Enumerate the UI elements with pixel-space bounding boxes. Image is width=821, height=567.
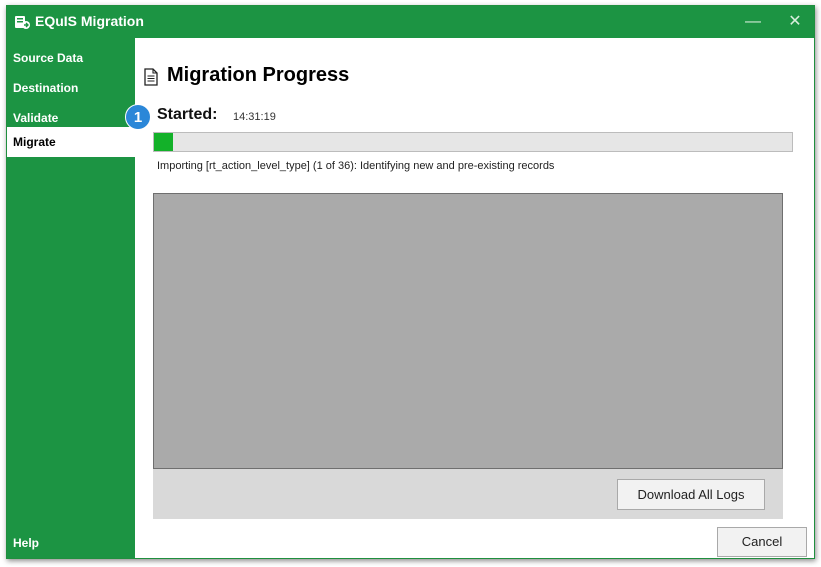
- minimize-button[interactable]: —: [742, 11, 764, 33]
- download-all-logs-button[interactable]: Download All Logs: [617, 479, 765, 510]
- main-content: Migration Progress 1 Started: 14:31:19 I…: [125, 38, 814, 558]
- sidebar-item-source-data[interactable]: Source Data: [7, 43, 135, 73]
- close-button[interactable]: ✕: [784, 11, 806, 33]
- cancel-button[interactable]: Cancel: [717, 527, 807, 557]
- page-title: Migration Progress: [167, 64, 350, 86]
- help-link[interactable]: Help: [13, 536, 39, 550]
- started-time: 14:31:19: [233, 111, 276, 123]
- sidebar-item-migrate[interactable]: Migrate: [7, 127, 135, 157]
- sidebar-item-label: Destination: [13, 81, 79, 95]
- progress-bar: [153, 132, 793, 152]
- started-label: Started:: [157, 106, 218, 123]
- sidebar-item-label: Validate: [13, 111, 59, 125]
- step-number-badge: 1: [125, 104, 151, 130]
- sidebar-item-label: Migrate: [13, 135, 56, 149]
- progress-bar-fill: [154, 133, 174, 151]
- database-app-icon: [15, 16, 30, 29]
- window-title: EQuIS Migration: [35, 13, 144, 29]
- sidebar: Source Data Destination Validate Migrate…: [7, 38, 135, 558]
- sidebar-item-label: Source Data: [13, 51, 84, 65]
- log-output-area[interactable]: [153, 193, 783, 469]
- sidebar-item-destination[interactable]: Destination: [7, 73, 135, 103]
- log-footer: Download All Logs: [153, 469, 783, 519]
- document-icon: [144, 68, 158, 86]
- status-text: Importing [rt_action_level_type] (1 of 3…: [157, 160, 555, 172]
- migration-window: EQuIS Migration — ✕ Source Data Destinat…: [6, 5, 815, 559]
- title-bar: EQuIS Migration — ✕: [7, 6, 814, 38]
